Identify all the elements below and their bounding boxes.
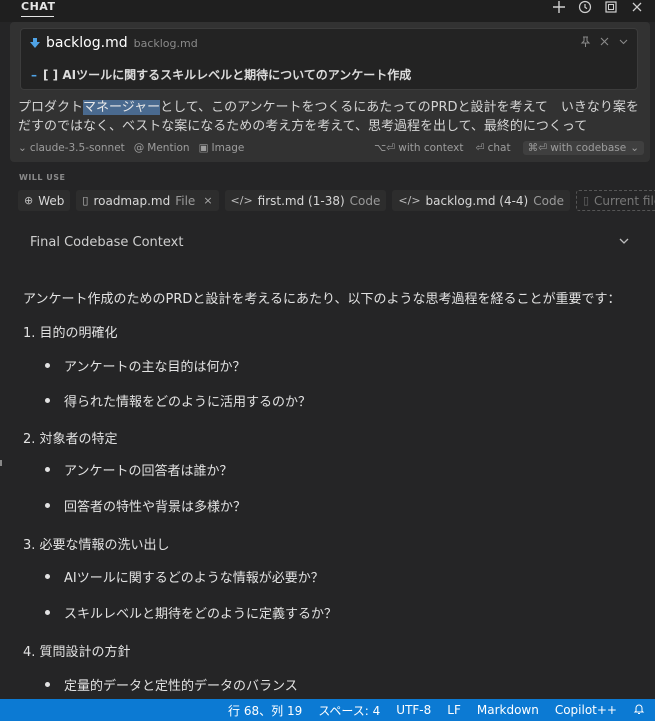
list-item: アンケートの回答者は誰か？ (64, 464, 233, 479)
editor-edge-marker (0, 460, 2, 466)
list-item: 定量的データと定性的データのバランス (64, 679, 298, 694)
model-name: claude-3.5-sonnet (29, 142, 125, 154)
list-item: スキルレベルと期待をどのように定義するか？ (64, 607, 338, 622)
status-bar: 行 68、列 19 スペース: 4 UTF-8 LF Markdown Copi… (0, 699, 655, 721)
close-icon[interactable] (629, 0, 645, 14)
prompt-input[interactable]: プロダクトマネージャーとして、このアンケートをつくるにあたってのPRDと設計を考… (18, 98, 644, 136)
chip-label: roadmap.md (93, 193, 171, 208)
markdown-file-icon (29, 34, 41, 53)
mention-button[interactable]: @ Mention (134, 142, 190, 154)
chip-label: Current file (594, 193, 655, 208)
panel-title[interactable]: CHAT (21, 0, 55, 14)
prompt-text-line2: だすのではなく、ベストな案になるための考え方を考えて、思考過程を出して、最終的に… (18, 119, 588, 134)
list-bullet (45, 503, 50, 508)
input-toolbar: ⌄ claude-3.5-sonnet @ Mention ▣ Image ⌥⏎… (18, 140, 644, 156)
remove-file-icon[interactable] (599, 32, 610, 51)
bell-icon[interactable] (633, 703, 645, 718)
file-icon: ▯ (582, 194, 590, 207)
attached-file-card[interactable]: backlog.md backlog.md –[ ] AIツールに関するスキルレ… (20, 28, 638, 90)
prompt-text-after: として、このアンケートをつくるにあたってのPRDと設計を考えて いきなり案を (160, 100, 639, 115)
history-icon[interactable] (577, 0, 593, 14)
final-codebase-context-toggle[interactable]: Final Codebase Context (18, 226, 641, 258)
list-bullet (45, 467, 50, 472)
image-label: Image (211, 142, 245, 154)
maximize-icon[interactable] (603, 0, 619, 14)
file-card-content: –[ ] AIツールに関するスキルレベルと期待についてのアンケート作成 (31, 66, 411, 83)
panel-actions (551, 0, 645, 14)
list-bullet (45, 398, 50, 403)
chip-current-file[interactable]: ▯ Current file + (575, 190, 655, 211)
will-use-label: WILL USE (19, 173, 66, 182)
response-intro: アンケート作成のためのPRDと設計を考えるにあたり、以下のような思考過程を経るこ… (23, 292, 621, 307)
chat-submit-button[interactable]: ⏎ chat (475, 142, 510, 154)
file-card-name: backlog.md (46, 35, 128, 51)
chip-type: Code (349, 193, 381, 208)
chat-input-panel: backlog.md backlog.md –[ ] AIツールに関するスキルレ… (10, 22, 650, 162)
pin-icon[interactable] (580, 32, 591, 51)
image-button[interactable]: ▣ Image (199, 142, 245, 154)
file-card-line: [ ] AIツールに関するスキルレベルと期待についてのアンケート作成 (43, 68, 412, 82)
section-heading: 2. 対象者の特定 (23, 432, 118, 447)
code-icon: </> (398, 194, 421, 207)
section-heading: 1. 目的の明確化 (23, 326, 118, 341)
chip-web[interactable]: ⊕ Web (18, 190, 71, 211)
file-icon: ▯ (82, 194, 89, 207)
mention-label: Mention (147, 142, 190, 154)
status-cursor-position[interactable]: 行 68、列 19 (228, 702, 302, 719)
chat-panel-header: CHAT (0, 0, 655, 22)
active-tab-indicator (21, 16, 54, 17)
code-icon: </> (230, 194, 253, 207)
section-heading: 3. 必要な情報の洗い出し (23, 538, 170, 553)
list-item: アンケートの主な目的は何か？ (64, 360, 246, 375)
status-encoding[interactable]: UTF-8 (396, 703, 431, 717)
prompt-selection: マネージャー (83, 100, 161, 115)
chip-roadmap-file[interactable]: ▯ roadmap.md File × (76, 190, 219, 211)
chip-label: backlog.md (4-4) (425, 193, 529, 208)
image-icon: ▣ (198, 142, 209, 154)
status-extension[interactable]: Copilot++ (555, 703, 617, 717)
with-codebase-label: ⌘⏎ with codebase (527, 142, 627, 154)
status-language[interactable]: Markdown (477, 703, 539, 717)
list-bullet (45, 610, 50, 615)
at-icon: @ (133, 142, 145, 154)
with-codebase-button[interactable]: ⌘⏎ with codebase ⌄ (522, 141, 644, 155)
chip-type: File (175, 193, 196, 208)
chip-label: first.md (1-38) (257, 193, 345, 208)
chevron-down-icon: ⌄ (630, 142, 639, 154)
list-item: 得られた情報をどのように活用するのか？ (64, 395, 312, 410)
new-chat-icon[interactable] (551, 0, 567, 14)
list-item: AIツールに関するどのような情報が必要か？ (64, 571, 324, 586)
chip-backlog-md-code[interactable]: </> backlog.md (4-4) Code (392, 190, 570, 211)
list-bullet (45, 682, 50, 687)
context-chips: ⊕ Web ▯ roadmap.md File × </> first.md (… (18, 190, 655, 211)
remove-chip-icon[interactable]: × (203, 194, 212, 207)
list-bullet (45, 574, 50, 579)
model-selector[interactable]: ⌄ claude-3.5-sonnet (18, 142, 125, 154)
with-context-button[interactable]: ⌥⏎ with context (374, 142, 463, 154)
section-heading: 4. 質問設計の方針 (23, 645, 131, 660)
chip-first-md-code[interactable]: </> first.md (1-38) Code (224, 190, 387, 211)
chip-label: Web (38, 193, 65, 208)
file-card-path: backlog.md (133, 36, 198, 50)
list-item: 回答者の特性や背景は多様か？ (64, 500, 247, 515)
chevron-down-icon (617, 233, 641, 252)
globe-icon: ⊕ (24, 194, 34, 207)
chevron-down-icon: ⌄ (18, 142, 27, 154)
chip-type: Code (533, 193, 564, 208)
status-eol[interactable]: LF (447, 703, 461, 717)
prompt-text-before: プロダクト (18, 100, 84, 115)
status-indentation[interactable]: スペース: 4 (318, 702, 380, 719)
list-bullet (45, 363, 50, 368)
list-dash: – (31, 68, 37, 82)
context-label: Final Codebase Context (30, 234, 184, 250)
chevron-down-icon[interactable] (618, 32, 629, 51)
